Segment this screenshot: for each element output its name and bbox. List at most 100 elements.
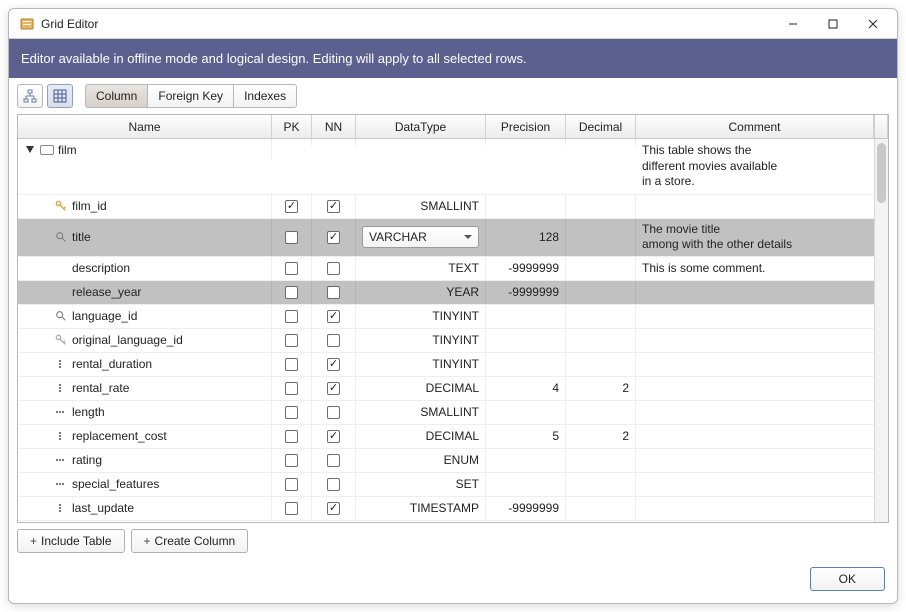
header-scroll-gap <box>874 115 888 138</box>
comment-value: This is some comment. <box>636 257 888 280</box>
tree-caret-icon[interactable] <box>24 144 36 156</box>
comment-value <box>636 329 888 352</box>
header-decimal[interactable]: Decimal <box>566 115 636 138</box>
vertical-scrollbar[interactable] <box>874 139 888 522</box>
table-row[interactable]: release_yearYEAR-9999999 <box>18 281 888 305</box>
minimize-button[interactable] <box>773 10 813 38</box>
include-table-button[interactable]: +Include Table <box>17 529 125 553</box>
app-icon <box>19 16 35 32</box>
table-row[interactable]: titleVARCHAR128The movie title among wit… <box>18 219 888 257</box>
close-button[interactable] <box>853 10 893 38</box>
grid: Name PK NN DataType Precision Decimal Co… <box>17 114 889 523</box>
comment-value <box>636 425 888 448</box>
nn-checkbox[interactable] <box>327 231 340 244</box>
nn-checkbox[interactable] <box>327 406 340 419</box>
tab-indexes[interactable]: Indexes <box>234 84 297 108</box>
datatype-value: SMALLINT <box>420 405 479 419</box>
decimal-value: 2 <box>566 425 636 448</box>
precision-value: -9999999 <box>486 497 566 520</box>
datatype-value: TEXT <box>448 261 479 275</box>
table-row[interactable]: ratingENUM <box>18 449 888 473</box>
grid-body: filmThis table shows the different movie… <box>18 139 888 522</box>
table-row[interactable]: lengthSMALLINT <box>18 401 888 425</box>
comment-value <box>636 497 888 520</box>
table-row[interactable]: film_idSMALLINT <box>18 195 888 219</box>
grid-editor-window: Grid Editor Editor available in offline … <box>8 8 898 604</box>
precision-value <box>486 305 566 328</box>
nn-checkbox[interactable] <box>327 478 340 491</box>
pk-checkbox[interactable] <box>285 310 298 323</box>
column-name: original_language_id <box>72 333 183 347</box>
key-icon <box>54 333 68 347</box>
datatype-value: DECIMAL <box>426 429 479 443</box>
table-row[interactable]: rental_durationTINYINT <box>18 353 888 377</box>
scrollbar-thumb[interactable] <box>877 143 886 203</box>
header-name[interactable]: Name <box>18 115 272 138</box>
header-precision[interactable]: Precision <box>486 115 566 138</box>
datatype-value: SET <box>456 477 479 491</box>
tab-foreign-key[interactable]: Foreign Key <box>148 84 234 108</box>
nn-checkbox[interactable] <box>327 358 340 371</box>
table-row[interactable]: original_language_idTINYINT <box>18 329 888 353</box>
header-nn[interactable]: NN <box>312 115 356 138</box>
ok-button[interactable]: OK <box>810 567 885 591</box>
comment-value <box>636 473 888 496</box>
nn-checkbox[interactable] <box>327 286 340 299</box>
header-comment[interactable]: Comment <box>636 115 874 138</box>
pk-checkbox[interactable] <box>285 200 298 213</box>
table-row[interactable]: special_featuresSET <box>18 473 888 497</box>
header-pk[interactable]: PK <box>272 115 312 138</box>
pk-checkbox[interactable] <box>285 286 298 299</box>
pk-checkbox[interactable] <box>285 231 298 244</box>
grid-view-button[interactable] <box>47 84 73 108</box>
diagram-view-button[interactable] <box>17 84 43 108</box>
nn-checkbox[interactable] <box>327 454 340 467</box>
datatype-value: ENUM <box>444 453 479 467</box>
pk-checkbox[interactable] <box>285 502 298 515</box>
window-title: Grid Editor <box>39 17 773 31</box>
header-datatype[interactable]: DataType <box>356 115 486 138</box>
datatype-value: TINYINT <box>432 357 479 371</box>
table-row[interactable]: replacement_costDECIMAL52 <box>18 425 888 449</box>
datatype-combo[interactable]: VARCHAR <box>362 226 479 248</box>
pk-checkbox[interactable] <box>285 382 298 395</box>
nn-checkbox[interactable] <box>327 262 340 275</box>
maximize-button[interactable] <box>813 10 853 38</box>
column-icon <box>54 261 68 275</box>
pk-checkbox[interactable] <box>285 406 298 419</box>
column-name: release_year <box>72 285 141 299</box>
decimal-value <box>566 195 636 218</box>
table-row[interactable]: rental_rateDECIMAL42 <box>18 377 888 401</box>
pk-checkbox[interactable] <box>285 334 298 347</box>
footer-actions: +Include Table +Create Column <box>9 529 897 559</box>
pk-checkbox[interactable] <box>285 478 298 491</box>
precision-value <box>486 329 566 352</box>
table-row[interactable]: descriptionTEXT-9999999This is some comm… <box>18 257 888 281</box>
nn-checkbox[interactable] <box>327 382 340 395</box>
tab-column[interactable]: Column <box>85 84 148 108</box>
titlebar: Grid Editor <box>9 9 897 39</box>
precision-value: 5 <box>486 425 566 448</box>
magnifier-icon <box>54 230 68 244</box>
pk-checkbox[interactable] <box>285 454 298 467</box>
create-column-button[interactable]: +Create Column <box>131 529 249 553</box>
decimal-value <box>566 401 636 424</box>
nn-checkbox[interactable] <box>327 200 340 213</box>
pk-checkbox[interactable] <box>285 262 298 275</box>
column-icon <box>54 477 68 491</box>
nn-checkbox[interactable] <box>327 502 340 515</box>
nn-checkbox[interactable] <box>327 310 340 323</box>
column-icon <box>54 285 68 299</box>
table-row-table[interactable]: filmThis table shows the different movie… <box>18 139 888 195</box>
table-row[interactable]: language_idTINYINT <box>18 305 888 329</box>
pk-checkbox[interactable] <box>285 430 298 443</box>
pk-checkbox[interactable] <box>285 358 298 371</box>
nn-checkbox[interactable] <box>327 334 340 347</box>
column-name: description <box>72 261 130 275</box>
decimal-value <box>566 449 636 472</box>
grid-header: Name PK NN DataType Precision Decimal Co… <box>18 115 888 139</box>
nn-checkbox[interactable] <box>327 430 340 443</box>
table-row[interactable]: last_updateTIMESTAMP-9999999 <box>18 497 888 521</box>
tab-group: Column Foreign Key Indexes <box>85 84 297 108</box>
column-icon <box>54 453 68 467</box>
